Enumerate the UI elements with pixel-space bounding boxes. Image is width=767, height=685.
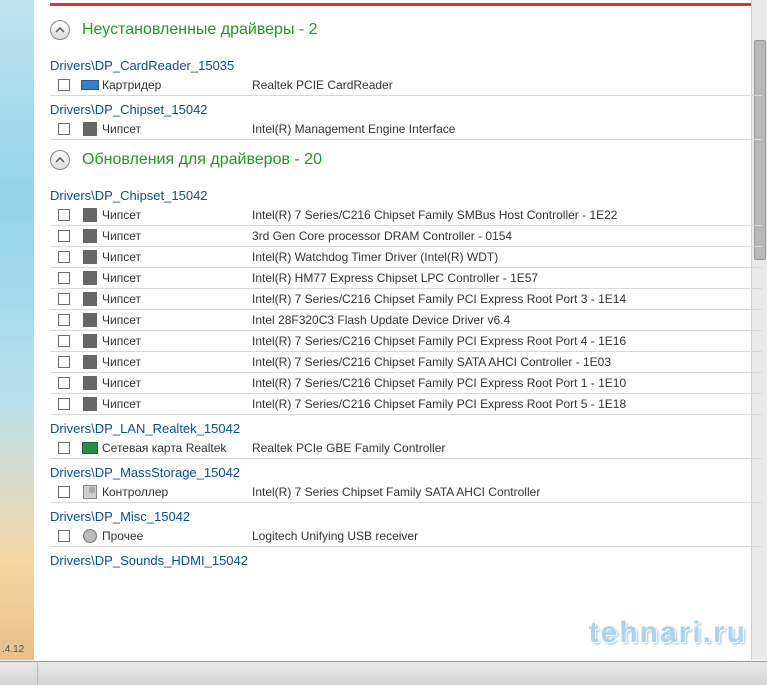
driver-description: Intel(R) 7 Series/C216 Chipset Family PC… xyxy=(252,334,762,348)
checkbox[interactable] xyxy=(58,272,70,284)
chip-icon xyxy=(83,250,97,264)
group-link-sounds[interactable]: Drivers\DP_Sounds_HDMI_15042 xyxy=(50,553,762,568)
checkbox[interactable] xyxy=(58,79,70,91)
checkbox[interactable] xyxy=(58,314,70,326)
driver-row[interactable]: Картридер Realtek PCIE CardReader xyxy=(50,75,762,96)
driver-category: Чипсет xyxy=(102,376,252,390)
driver-row[interactable]: ЧипсетIntel(R) HM77 Express Chipset LPC … xyxy=(50,268,762,289)
collapse-button-updates[interactable] xyxy=(50,150,70,170)
chip-icon xyxy=(83,229,97,243)
checkbox[interactable] xyxy=(58,230,70,242)
driver-category: Чипсет xyxy=(102,313,252,327)
checkbox[interactable] xyxy=(58,530,70,542)
driver-category: Контроллер xyxy=(102,485,252,499)
driver-description: Intel(R) 7 Series/C216 Chipset Family SA… xyxy=(252,355,762,369)
driver-description: Intel(R) 7 Series/C216 Chipset Family PC… xyxy=(252,397,762,411)
group-link-misc[interactable]: Drivers\DP_Misc_15042 xyxy=(50,509,762,524)
chip-icon xyxy=(83,122,97,136)
driver-description: Intel(R) 7 Series Chipset Family SATA AH… xyxy=(252,485,762,499)
driver-category: Прочее xyxy=(102,529,252,543)
driver-row[interactable]: Прочее Logitech Unifying USB receiver xyxy=(50,526,762,547)
chip-icon xyxy=(83,397,97,411)
desktop-sliver xyxy=(0,0,34,660)
section-title: Неустановленные драйверы - 2 xyxy=(82,21,318,39)
checkbox[interactable] xyxy=(58,335,70,347)
driver-row[interactable]: ЧипсетIntel(R) 7 Series/C216 Chipset Fam… xyxy=(50,352,762,373)
driver-category: Чипсет xyxy=(102,122,252,136)
driver-category: Чипсет xyxy=(102,397,252,411)
driver-description: Realtek PCIE CardReader xyxy=(252,78,762,92)
driver-category: Сетевая карта Realtek xyxy=(102,441,252,455)
chevron-up-icon xyxy=(55,25,65,35)
driver-description: Intel(R) HM77 Express Chipset LPC Contro… xyxy=(252,271,762,285)
driver-row[interactable]: Чипсет3rd Gen Core processor DRAM Contro… xyxy=(50,226,762,247)
group-link-chipset-u[interactable]: Drivers\DP_Chipset_15042 xyxy=(50,102,762,117)
checkbox[interactable] xyxy=(58,293,70,305)
driver-row[interactable]: ЧипсетIntel(R) Watchdog Timer Driver (In… xyxy=(50,247,762,268)
misc-icon xyxy=(83,529,97,543)
checkbox[interactable] xyxy=(58,209,70,221)
driver-category: Чипсет xyxy=(102,292,252,306)
checkbox[interactable] xyxy=(58,486,70,498)
driver-category: Чипсет xyxy=(102,208,252,222)
checkbox[interactable] xyxy=(58,123,70,135)
chip-icon xyxy=(83,292,97,306)
driver-category: Чипсет xyxy=(102,271,252,285)
bottom-bar-segment xyxy=(0,661,38,685)
chevron-up-icon xyxy=(55,155,65,165)
driver-category: Чипсет xyxy=(102,250,252,264)
driver-row[interactable]: ЧипсетIntel(R) 7 Series/C216 Chipset Fam… xyxy=(50,289,762,310)
chip-icon xyxy=(83,271,97,285)
driver-description: Intel(R) Watchdog Timer Driver (Intel(R)… xyxy=(252,250,762,264)
checkbox[interactable] xyxy=(58,377,70,389)
driver-category: Чипсет xyxy=(102,229,252,243)
driver-description: Intel(R) 7 Series/C216 Chipset Family SM… xyxy=(252,208,762,222)
driver-row[interactable]: ЧипсетIntel(R) 7 Series/C216 Chipset Fam… xyxy=(50,394,762,415)
driver-description: 3rd Gen Core processor DRAM Controller -… xyxy=(252,229,762,243)
section-uninstalled: Неустановленные драйверы - 2 xyxy=(50,20,762,40)
group-link-massstorage[interactable]: Drivers\DP_MassStorage_15042 xyxy=(50,465,762,480)
cardreader-icon xyxy=(81,80,99,90)
driver-row[interactable]: Сетевая карта Realtek Realtek PCIe GBE F… xyxy=(50,438,762,459)
lan-icon xyxy=(82,442,98,454)
group-link-lan[interactable]: Drivers\DP_LAN_Realtek_15042 xyxy=(50,421,762,436)
driver-row[interactable]: ЧипсетIntel(R) 7 Series/C216 Chipset Fam… xyxy=(50,205,762,226)
driver-row[interactable]: ЧипсетIntel(R) 7 Series/C216 Chipset Fam… xyxy=(50,331,762,352)
driver-description: Intel(R) 7 Series/C216 Chipset Family PC… xyxy=(252,376,762,390)
driver-row[interactable]: Контроллер Intel(R) 7 Series Chipset Fam… xyxy=(50,482,762,503)
checkbox[interactable] xyxy=(58,356,70,368)
collapse-button-uninstalled[interactable] xyxy=(50,20,70,40)
driver-category: Чипсет xyxy=(102,334,252,348)
driver-category: Картридер xyxy=(102,78,252,92)
top-red-divider xyxy=(50,3,762,6)
section-updates: Обновления для драйверов - 20 xyxy=(50,150,762,170)
chip-icon xyxy=(83,313,97,327)
driver-description: Intel(R) 7 Series/C216 Chipset Family PC… xyxy=(252,292,762,306)
bottom-bar xyxy=(0,661,767,685)
driver-row[interactable]: ЧипсетIntel(R) 7 Series/C216 Chipset Fam… xyxy=(50,373,762,394)
checkbox[interactable] xyxy=(58,251,70,263)
driver-description: Intel 28F320C3 Flash Update Device Drive… xyxy=(252,313,762,327)
chip-icon xyxy=(83,334,97,348)
driver-description: Logitech Unifying USB receiver xyxy=(252,529,762,543)
section-title: Обновления для драйверов - 20 xyxy=(82,151,322,169)
driver-row[interactable]: ЧипсетIntel 28F320C3 Flash Update Device… xyxy=(50,310,762,331)
checkbox[interactable] xyxy=(58,442,70,454)
chip-icon xyxy=(83,208,97,222)
checkbox[interactable] xyxy=(58,398,70,410)
driver-category: Чипсет xyxy=(102,355,252,369)
group-link-chipset[interactable]: Drivers\DP_Chipset_15042 xyxy=(50,188,762,203)
version-label: .4.12 xyxy=(2,644,24,655)
chip-icon xyxy=(83,355,97,369)
driver-row[interactable]: Чипсет Intel(R) Management Engine Interf… xyxy=(50,119,762,140)
driver-description: Realtek PCIe GBE Family Controller xyxy=(252,441,762,455)
storage-icon xyxy=(83,485,97,499)
driver-description: Intel(R) Management Engine Interface xyxy=(252,122,762,136)
chip-icon xyxy=(83,376,97,390)
group-link-cardreader[interactable]: Drivers\DP_CardReader_15035 xyxy=(50,58,762,73)
